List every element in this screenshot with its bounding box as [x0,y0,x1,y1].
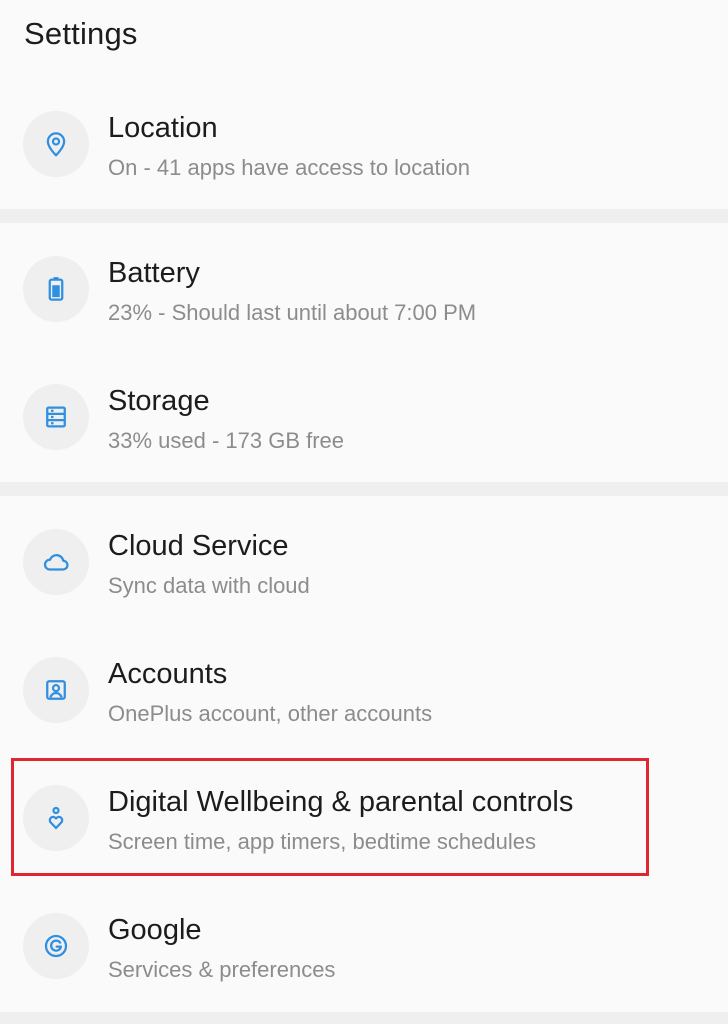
cloud-icon [23,529,89,595]
location-pin-icon [23,111,89,177]
battery-icon [23,256,89,322]
settings-item-storage[interactable]: Storage 33% used - 173 GB free [0,359,728,475]
settings-item-title: Cloud Service [108,530,289,562]
settings-item-google[interactable]: Google Services & preferences [0,888,728,1004]
settings-item-subtitle: OnePlus account, other accounts [108,701,433,726]
settings-item-title: Accounts [108,658,228,690]
settings-item-title: Storage [108,385,210,417]
settings-item-battery[interactable]: Battery 23% - Should last until about 7:… [0,231,728,347]
settings-item-subtitle: 23% - Should last until about 7:00 PM [108,300,477,325]
settings-item-subtitle: Services & preferences [108,957,336,982]
settings-item-subtitle: 33% used - 173 GB free [108,428,345,453]
google-icon [23,913,89,979]
settings-item-subtitle: Sync data with cloud [108,573,310,598]
settings-item-title: Location [108,112,218,144]
section-divider [0,1012,728,1024]
settings-item-location[interactable]: Location On - 41 apps have access to loc… [0,86,728,202]
settings-item-title: Battery [108,257,200,289]
account-icon [23,657,89,723]
page-title: Settings [24,16,138,51]
section-divider [0,209,728,223]
settings-item-subtitle: On - 41 apps have access to location [108,155,470,180]
section-divider [0,482,728,496]
storage-icon [23,384,89,450]
settings-item-title: Google [108,914,202,946]
highlight-annotation-box [11,758,649,876]
settings-item-cloud-service[interactable]: Cloud Service Sync data with cloud [0,504,728,620]
settings-item-accounts[interactable]: Accounts OnePlus account, other accounts [0,632,728,748]
